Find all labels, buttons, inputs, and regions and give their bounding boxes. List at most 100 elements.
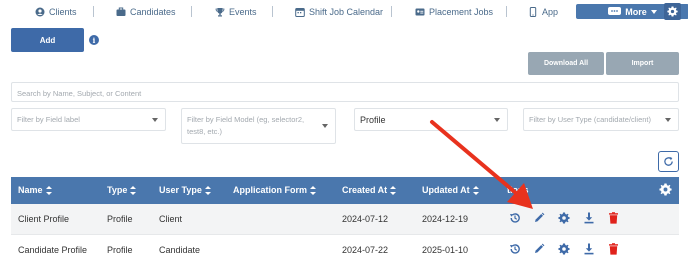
- column-header-label: tions: [507, 185, 529, 195]
- nav-item-label: Placement Jobs: [429, 7, 494, 17]
- nav-item-label: Candidates: [130, 7, 176, 17]
- pencil-icon: [535, 212, 545, 222]
- field-label-filter-placeholder: Filter by Field label: [17, 115, 80, 124]
- nav-item-app[interactable]: App: [528, 4, 558, 20]
- table-row: Candidate Profile Profile Candidate 2024…: [11, 234, 679, 264]
- sort-icon: [204, 185, 211, 195]
- download-button[interactable]: [582, 211, 596, 225]
- edit-button[interactable]: [532, 242, 546, 256]
- history-icon: [510, 244, 520, 254]
- info-icon[interactable]: i: [89, 35, 99, 45]
- gear-icon: [558, 212, 570, 224]
- nav-item-placement-jobs[interactable]: Placement Jobs: [415, 4, 493, 20]
- column-header-user-type[interactable]: User Type: [159, 185, 211, 195]
- refresh-icon: [664, 156, 673, 166]
- search-input[interactable]: Search by Name, Subject, or Content: [11, 82, 679, 102]
- id-card-icon: [415, 8, 425, 16]
- column-header-name[interactable]: Name: [18, 185, 52, 195]
- table-header: Name Type User Type Application Form Cre…: [11, 177, 679, 204]
- refresh-button[interactable]: [658, 151, 679, 172]
- nav-divider: [191, 6, 192, 17]
- nav-item-candidates[interactable]: Candidates: [116, 4, 176, 20]
- field-label-filter[interactable]: Filter by Field label: [11, 108, 166, 131]
- sort-icon: [310, 185, 316, 195]
- column-header-label: Application Form: [233, 185, 307, 195]
- cell-type: Profile: [107, 245, 133, 255]
- briefcase-icon: [116, 7, 126, 16]
- column-header-label: Created At: [342, 185, 388, 195]
- cell-name: Candidate Profile: [18, 245, 88, 255]
- cell-created-at: 2024-07-22: [342, 245, 389, 255]
- column-header-application-form[interactable]: Application Form: [233, 185, 316, 195]
- cell-updated-at: 2024-12-19: [422, 214, 469, 224]
- nav-item-shift-job-calendar[interactable]: Shift Job Calendar: [295, 4, 383, 20]
- type-filter[interactable]: Profile: [354, 108, 508, 131]
- delete-button[interactable]: [606, 211, 620, 225]
- column-header-label: User Type: [159, 185, 202, 195]
- users-icon: [35, 7, 45, 17]
- sort-icon: [45, 185, 52, 195]
- nav-item-label: App: [542, 7, 559, 17]
- user-type-filter[interactable]: Filter by User Type (candidate/client): [523, 108, 679, 131]
- configure-button[interactable]: [557, 242, 571, 256]
- caret-down-icon: [494, 117, 500, 122]
- user-type-filter-placeholder: Filter by User Type (candidate/client): [529, 115, 651, 124]
- trash-icon: [608, 212, 618, 224]
- nav-item-label: Clients: [49, 7, 77, 17]
- sort-icon: [390, 185, 397, 195]
- caret-down-icon: [152, 117, 158, 122]
- import-button[interactable]: Import: [606, 52, 679, 75]
- settings-button[interactable]: [664, 3, 681, 20]
- cell-user-type: Candidate: [159, 245, 201, 255]
- chat-icon: [608, 7, 622, 15]
- nav-divider: [272, 6, 273, 17]
- nav-item-events[interactable]: Events: [215, 4, 257, 20]
- download-all-button[interactable]: Download All: [528, 52, 604, 75]
- download-button[interactable]: [582, 242, 596, 256]
- trophy-icon: [215, 8, 225, 17]
- download-icon: [584, 243, 594, 255]
- configure-button[interactable]: [557, 211, 571, 225]
- nav-divider: [391, 6, 392, 17]
- sort-icon: [472, 185, 479, 195]
- table-row: Client Profile Profile Client 2024-07-12…: [11, 204, 679, 234]
- column-header-label: Name: [18, 185, 43, 195]
- nav-divider: [506, 6, 507, 17]
- top-navigation: Clients Candidates Events Shift Job Cale…: [0, 0, 688, 24]
- gear-icon: [667, 6, 678, 17]
- mobile-icon: [529, 7, 537, 17]
- gear-icon: [558, 243, 570, 255]
- type-filter-value: Profile: [360, 114, 386, 125]
- field-model-filter-placeholder: Filter by Field Model (eg, selector2, te…: [187, 115, 305, 136]
- gear-icon: [659, 183, 672, 196]
- calendar-icon: [295, 8, 305, 17]
- sort-icon: [130, 185, 137, 195]
- history-button[interactable]: [508, 211, 522, 225]
- history-icon: [510, 213, 520, 223]
- nav-item-label: Events: [229, 7, 257, 17]
- edit-button[interactable]: [532, 211, 546, 225]
- trash-icon: [608, 243, 618, 255]
- more-label: More: [625, 6, 647, 17]
- nav-divider: [93, 6, 94, 17]
- table-settings-button[interactable]: [659, 183, 672, 201]
- download-icon: [584, 212, 594, 224]
- add-button[interactable]: Add: [11, 28, 84, 52]
- cell-name: Client Profile: [18, 214, 70, 224]
- field-model-filter[interactable]: Filter by Field Model (eg, selector2, te…: [181, 108, 336, 144]
- delete-button[interactable]: [606, 242, 620, 256]
- cell-user-type: Client: [159, 214, 183, 224]
- history-button[interactable]: [508, 242, 522, 256]
- column-header-label: Updated At: [422, 185, 470, 195]
- nav-item-clients[interactable]: Clients: [35, 4, 77, 20]
- column-header-created-at[interactable]: Created At: [342, 185, 397, 195]
- caret-down-icon: [650, 9, 657, 14]
- cell-created-at: 2024-07-12: [342, 214, 389, 224]
- column-header-type[interactable]: Type: [107, 185, 137, 195]
- caret-down-icon: [665, 117, 671, 122]
- pencil-icon: [535, 243, 545, 253]
- caret-down-icon: [322, 124, 328, 128]
- cell-type: Profile: [107, 214, 133, 224]
- column-header-updated-at[interactable]: Updated At: [422, 185, 479, 195]
- column-header-actions: tions: [507, 185, 529, 195]
